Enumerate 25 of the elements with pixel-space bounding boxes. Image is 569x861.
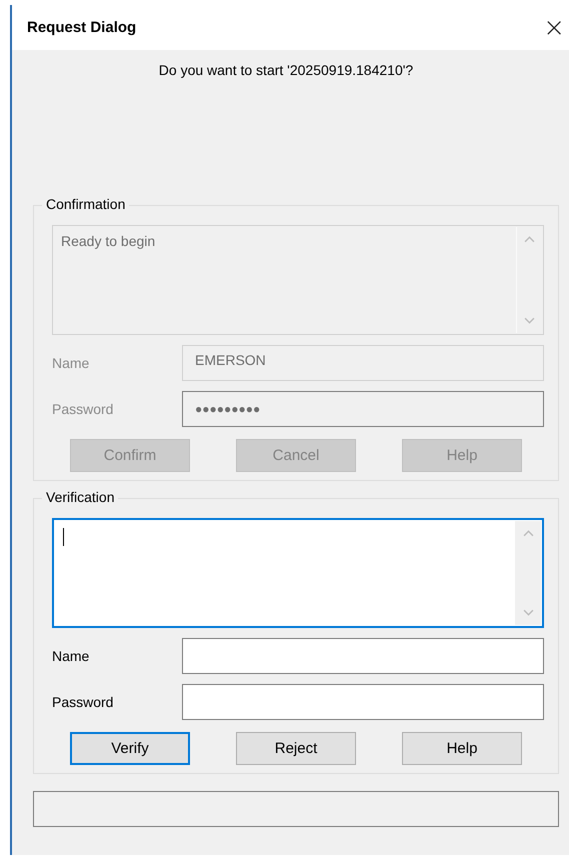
dialog-button[interactable]: Confirm [70, 439, 190, 472]
dialog-button[interactable]: Help [402, 439, 522, 472]
scroll-down-icon[interactable] [524, 317, 535, 324]
field-label: Password [52, 401, 114, 417]
prompt-message: Do you want to start '20250919.184210'? [158, 62, 414, 78]
notes-field[interactable]: Ready to begin [52, 225, 544, 335]
name-field[interactable] [182, 638, 544, 674]
group-title: Verification [42, 489, 118, 505]
dialog-button[interactable]: Help [402, 732, 522, 765]
dialog-button[interactable]: Reject [236, 732, 356, 765]
dialog-button[interactable]: Verify [70, 732, 190, 765]
scroll-up-icon[interactable] [522, 530, 534, 537]
password-field[interactable] [182, 684, 544, 720]
field-label: Name [52, 355, 90, 371]
field-label: Password [52, 694, 114, 710]
scroll-up-icon[interactable] [524, 236, 535, 243]
dialog-button[interactable]: Cancel [236, 439, 356, 472]
password-field[interactable]: ●●●●●●●●● [182, 391, 544, 427]
name-field[interactable]: EMERSON [182, 345, 544, 381]
group-title: Confirmation [42, 196, 130, 212]
window-title: Request Dialog [27, 19, 136, 36]
scroll-down-icon[interactable] [522, 609, 534, 616]
field-label: Name [52, 648, 90, 664]
close-button[interactable]: × [539, 14, 569, 40]
notes-field[interactable] [52, 518, 544, 628]
